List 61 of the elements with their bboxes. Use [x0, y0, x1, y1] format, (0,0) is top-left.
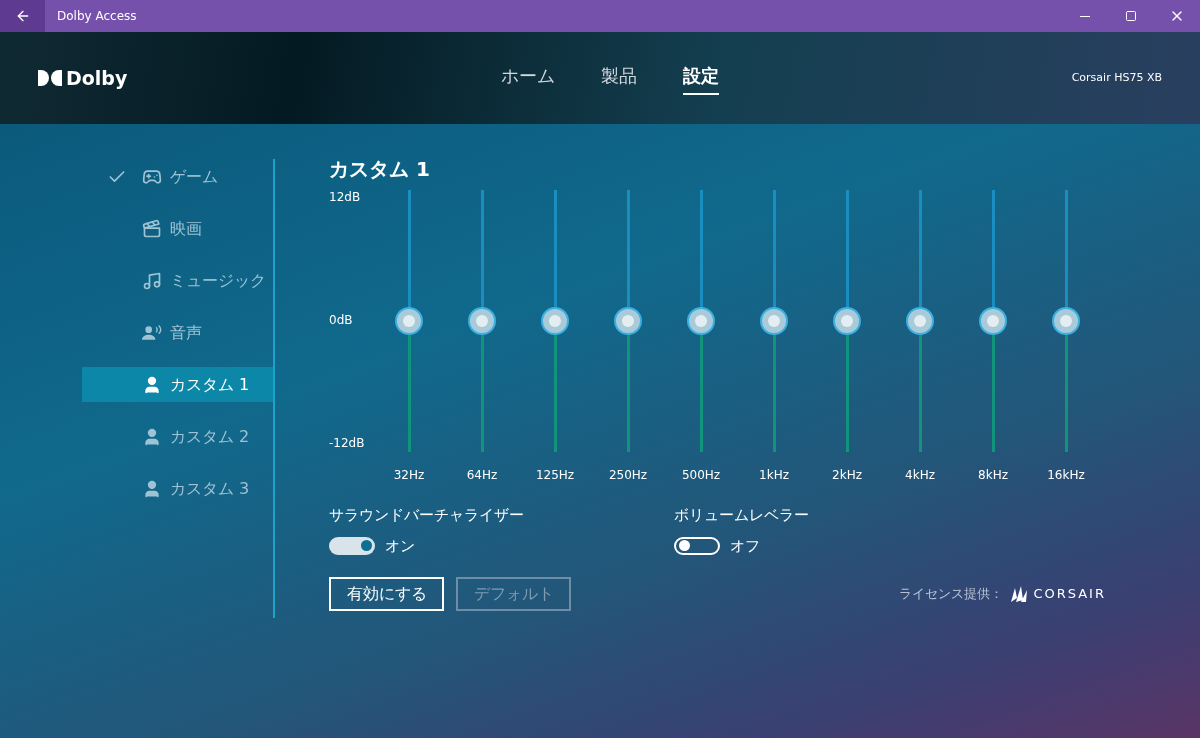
- profile-label: 音声: [170, 321, 202, 344]
- person-icon: [142, 374, 162, 395]
- frequency-label: 1kHz: [759, 467, 789, 484]
- minimize-icon: [1080, 15, 1090, 17]
- person-icon: [142, 478, 162, 499]
- db-scale-label: 0dB: [329, 312, 354, 329]
- profile-item[interactable]: 映画: [82, 211, 273, 246]
- profile-label: ゲーム: [170, 165, 218, 188]
- music-note-icon: [142, 270, 162, 291]
- frequency-label: 64Hz: [466, 467, 498, 484]
- person-icon: [142, 426, 162, 447]
- profile-title: カスタム 1: [329, 156, 430, 183]
- toggle-switch[interactable]: [329, 536, 375, 555]
- eq-slider-thumb[interactable]: [906, 307, 934, 335]
- eq-slider-thumb[interactable]: [614, 307, 642, 335]
- eq-slider-thumb[interactable]: [687, 307, 715, 335]
- profile-item[interactable]: ミュージック: [82, 263, 273, 298]
- frequency-label: 125Hz: [535, 467, 575, 484]
- clapperboard-icon: [142, 218, 162, 239]
- profile-item[interactable]: カスタム 3: [82, 471, 273, 506]
- db-scale-label: 12dB: [329, 189, 362, 206]
- frequency-label: 32Hz: [393, 467, 425, 484]
- eq-slider-thumb[interactable]: [760, 307, 788, 335]
- corsair-logo: CORSAIR: [1009, 584, 1106, 604]
- dolby-logo: Dolby: [38, 63, 238, 93]
- eq-slider-thumb[interactable]: [833, 307, 861, 335]
- eq-slider-thumb[interactable]: [395, 307, 423, 335]
- profile-label: 映画: [170, 217, 202, 240]
- action-button[interactable]: 有効にする: [329, 577, 444, 611]
- frequency-label: 16kHz: [1047, 467, 1085, 484]
- frequency-label: 500Hz: [681, 467, 721, 484]
- nav-tab[interactable]: ホーム: [501, 61, 555, 95]
- frequency-label: 4kHz: [905, 467, 935, 484]
- profile-item[interactable]: ゲーム: [82, 159, 273, 194]
- profile-item[interactable]: カスタム 2: [82, 419, 273, 454]
- eq-slider-thumb[interactable]: [979, 307, 1007, 335]
- nav-tab[interactable]: 製品: [601, 61, 637, 95]
- maximize-icon: [1125, 10, 1137, 22]
- profile-item[interactable]: 音声: [82, 315, 273, 350]
- nav-tab[interactable]: 設定: [683, 61, 719, 95]
- profile-label: ミュージック: [170, 269, 266, 292]
- db-scale-label: -12dB: [329, 435, 366, 452]
- back-button[interactable]: [0, 0, 45, 32]
- eq-slider-thumb[interactable]: [1052, 307, 1080, 335]
- license-text: ライセンス提供：: [899, 585, 1004, 604]
- toggle-state-text: オン: [385, 535, 415, 557]
- profile-label: カスタム 1: [170, 373, 250, 396]
- frequency-label: 8kHz: [978, 467, 1008, 484]
- toggle-state-text: オフ: [730, 535, 760, 557]
- frequency-label: 2kHz: [832, 467, 862, 484]
- window-title: Dolby Access: [57, 8, 137, 25]
- profile-item[interactable]: カスタム 1: [82, 367, 273, 402]
- toggle-label: ボリュームレベラー: [674, 505, 810, 526]
- toggle-label: サラウンドバーチャライザー: [329, 505, 525, 526]
- profile-label: カスタム 3: [170, 477, 250, 500]
- eq-slider-thumb[interactable]: [468, 307, 496, 335]
- toggle-switch[interactable]: [674, 536, 720, 555]
- frequency-label: 250Hz: [608, 467, 648, 484]
- eq-slider-thumb[interactable]: [541, 307, 569, 335]
- device-name: Corsair HS75 XB: [1070, 69, 1162, 86]
- profile-label: カスタム 2: [170, 425, 250, 448]
